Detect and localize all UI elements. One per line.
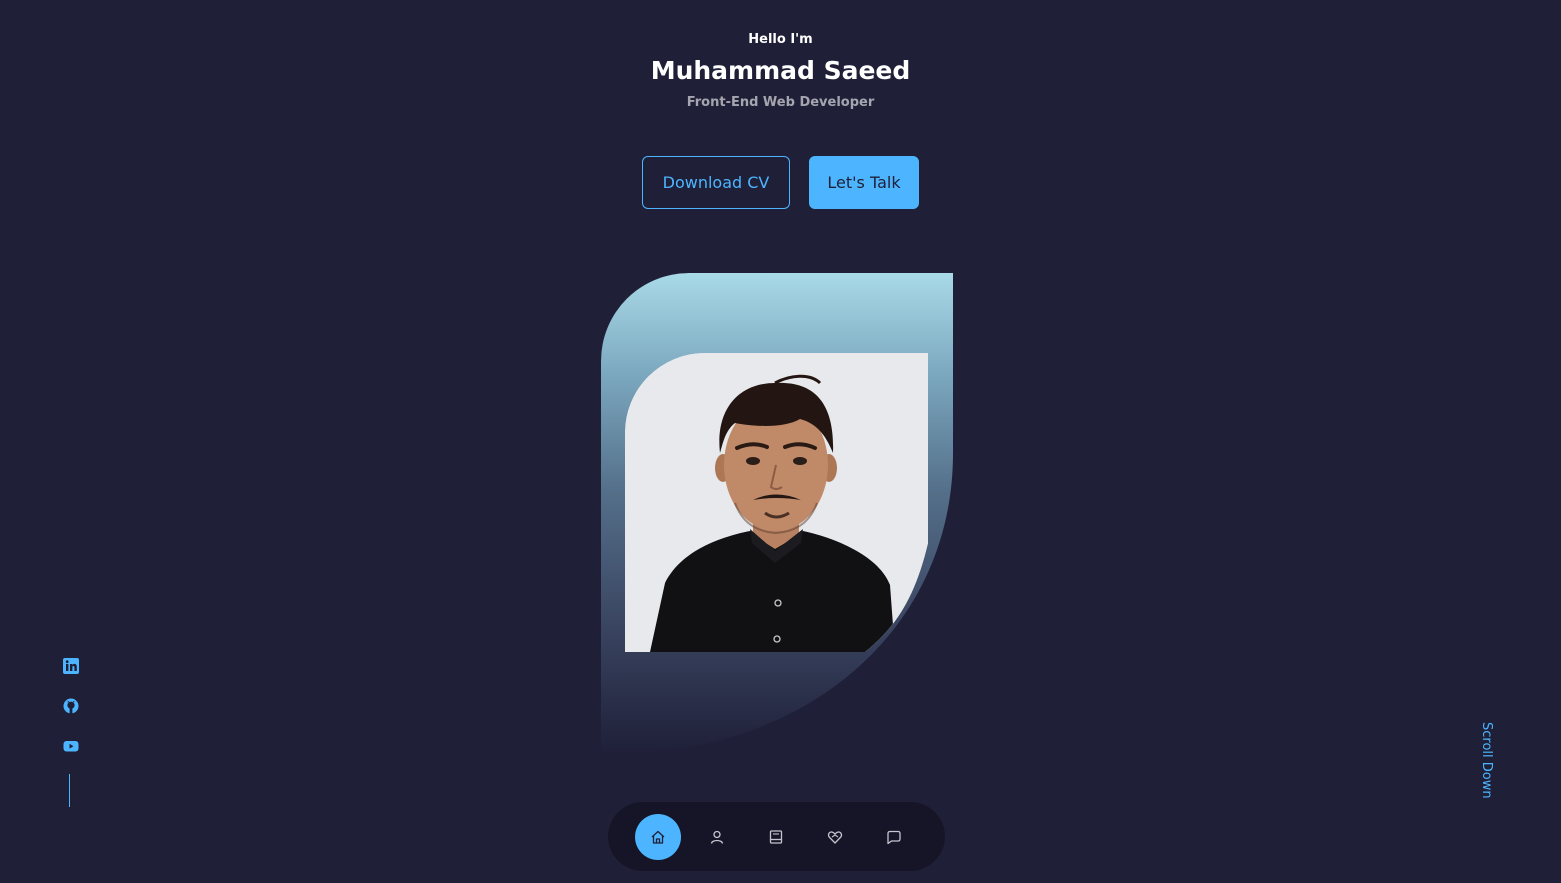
page-title: Muhammad Saeed xyxy=(650,56,911,85)
nav-about[interactable] xyxy=(694,814,740,860)
github-icon xyxy=(63,698,79,714)
youtube-link[interactable] xyxy=(62,737,80,755)
portrait-photo xyxy=(625,353,928,652)
github-link[interactable] xyxy=(62,697,80,715)
home-page: Hello I'm Muhammad Saeed Front-End Web D… xyxy=(0,0,1561,883)
portrait-illustration xyxy=(625,353,928,652)
youtube-icon xyxy=(63,741,79,752)
nav-home[interactable] xyxy=(635,813,681,860)
cta-group: Download CV Let's Talk xyxy=(0,156,1561,209)
scroll-down-link[interactable]: Scroll Down xyxy=(1472,722,1500,806)
nav-experience[interactable] xyxy=(753,814,799,860)
book-icon xyxy=(769,829,783,844)
role-subtitle: Front-End Web Developer xyxy=(686,95,875,110)
nav-contact[interactable] xyxy=(871,814,917,860)
service-icon xyxy=(827,830,843,844)
social-links xyxy=(62,657,80,755)
lets-talk-button[interactable]: Let's Talk xyxy=(809,156,919,209)
user-icon xyxy=(710,830,724,844)
download-cv-button[interactable]: Download CV xyxy=(642,156,790,209)
bottom-nav xyxy=(608,802,945,871)
nav-services[interactable] xyxy=(812,814,858,860)
social-divider-line xyxy=(69,774,70,807)
home-icon xyxy=(651,830,665,844)
linkedin-link[interactable] xyxy=(62,657,80,675)
message-icon xyxy=(887,830,901,844)
greeting-text: Hello I'm xyxy=(748,32,813,47)
linkedin-icon xyxy=(63,658,79,674)
